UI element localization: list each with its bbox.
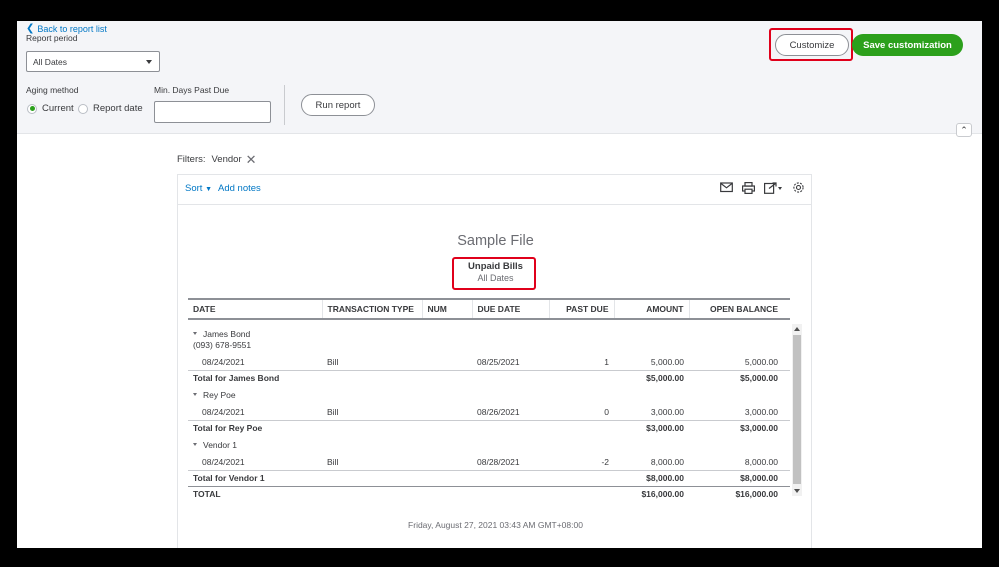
vendor-group-row[interactable]: Vendor 1 <box>188 436 790 452</box>
table-row[interactable]: 08/24/2021 Bill 08/25/2021 1 5,000.00 5,… <box>188 354 790 370</box>
column-header[interactable]: OPEN BALANCE <box>689 298 790 320</box>
collapse-chevron-icon: ⌃ <box>960 124 968 135</box>
vendor-total-row: Total for James Bond $5,000.00 $5,000.00 <box>188 369 790 386</box>
filter-chip-vendor[interactable]: Vendor ✕ <box>212 153 257 166</box>
report-period-label: Report period <box>26 33 78 43</box>
collapse-caret-icon[interactable] <box>193 443 197 447</box>
report-toolbar: Sort ▼ Add notes <box>178 175 811 205</box>
min-days-label: Min. Days Past Due <box>154 85 230 95</box>
report-period-value: All Dates <box>33 57 68 67</box>
filters-bar: Filters: Vendor ✕ <box>177 153 257 166</box>
vendor-total-row: Total for Vendor 1 $8,000.00 $8,000.00 <box>188 469 790 486</box>
collapse-header-button[interactable]: ⌃ <box>956 123 972 137</box>
table-row[interactable]: 08/24/2021 Bill 08/26/2021 0 3,000.00 3,… <box>188 404 790 420</box>
aging-report-date-label: Report date <box>93 103 143 114</box>
aging-current-radio[interactable]: Current <box>27 103 74 114</box>
app-frame: ❮ Back to report list Report period All … <box>17 21 982 548</box>
sort-label: Sort <box>185 183 203 194</box>
min-days-input[interactable] <box>154 101 271 123</box>
run-report-button[interactable]: Run report <box>301 94 375 116</box>
column-header[interactable]: DATE <box>188 298 323 320</box>
sort-dropdown[interactable]: Sort ▼ <box>185 183 212 194</box>
company-name: Sample File <box>457 233 534 249</box>
vendor-phone: (093) 678-9551 <box>193 339 252 350</box>
save-customization-button[interactable]: Save customization <box>852 34 963 56</box>
radio-unselected-icon <box>78 103 88 114</box>
table-row[interactable]: 08/24/2021 Bill 08/28/2021 -2 8,000.00 8… <box>188 454 790 470</box>
vendor-name: James Bond <box>203 328 251 339</box>
column-header[interactable]: PAST DUE <box>549 298 615 320</box>
report-header-panel: ❮ Back to report list Report period All … <box>17 21 982 134</box>
vendor-name: Rey Poe <box>203 389 236 400</box>
export-icon[interactable] <box>764 181 783 194</box>
column-header[interactable]: DUE DATE <box>472 298 550 320</box>
vendor-phone-row: (093) 678-9551 <box>188 339 790 350</box>
divider <box>284 85 285 125</box>
customize-label: Customize <box>789 39 835 51</box>
scroll-down-icon[interactable] <box>794 489 800 493</box>
save-customization-label: Save customization <box>863 39 952 51</box>
table-header-row: DATE TRANSACTION TYPE NUM DUE DATE PAST … <box>188 298 790 320</box>
gear-icon[interactable] <box>792 181 805 194</box>
run-report-label: Run report <box>315 99 361 111</box>
report-container: Sort ▼ Add notes Sample File Unpaid Bill… <box>177 174 812 548</box>
radio-selected-icon <box>27 103 37 114</box>
report-scrollbar[interactable] <box>792 324 802 496</box>
report-table: DATE TRANSACTION TYPE NUM DUE DATE PAST … <box>188 298 790 502</box>
vendor-group-row[interactable]: Rey Poe <box>188 386 790 402</box>
dropdown-arrow-icon <box>146 60 152 64</box>
vendor-group-row[interactable]: James Bond <box>188 327 790 339</box>
report-period-select[interactable]: All Dates <box>26 51 160 72</box>
back-link-label: Back to report list <box>37 23 107 34</box>
scroll-thumb[interactable] <box>793 335 801 484</box>
aging-report-date-radio[interactable]: Report date <box>78 103 143 114</box>
add-notes-link[interactable]: Add notes <box>218 183 261 194</box>
aging-method-label: Aging method <box>26 85 79 95</box>
vendor-name: Vendor 1 <box>203 439 238 450</box>
collapse-caret-icon[interactable] <box>193 393 197 397</box>
email-icon[interactable] <box>720 182 733 193</box>
dropdown-arrow-icon: ▼ <box>205 186 213 193</box>
report-actions <box>720 181 805 194</box>
report-title: Unpaid Bills <box>468 261 523 272</box>
vendor-total-row: Total for Rey Poe $3,000.00 $3,000.00 <box>188 419 790 436</box>
grand-total-row: TOTAL $16,000.00 $16,000.00 <box>188 485 790 502</box>
customize-button[interactable]: Customize <box>775 34 849 56</box>
column-header[interactable]: NUM <box>422 298 473 320</box>
aging-current-label: Current <box>42 103 74 114</box>
collapse-caret-icon[interactable] <box>193 332 197 336</box>
close-icon[interactable]: ✕ <box>246 153 257 166</box>
filter-chip-label: Vendor <box>211 154 242 165</box>
report-subtitle: All Dates <box>477 273 514 283</box>
column-header[interactable]: TRANSACTION TYPE <box>322 298 423 320</box>
column-header[interactable]: AMOUNT <box>614 298 690 320</box>
print-icon[interactable] <box>742 181 755 194</box>
scroll-up-icon[interactable] <box>794 327 800 331</box>
report-timestamp: Friday, August 27, 2021 03:43 AM GMT+08:… <box>408 520 583 530</box>
filters-label: Filters: <box>177 154 206 165</box>
